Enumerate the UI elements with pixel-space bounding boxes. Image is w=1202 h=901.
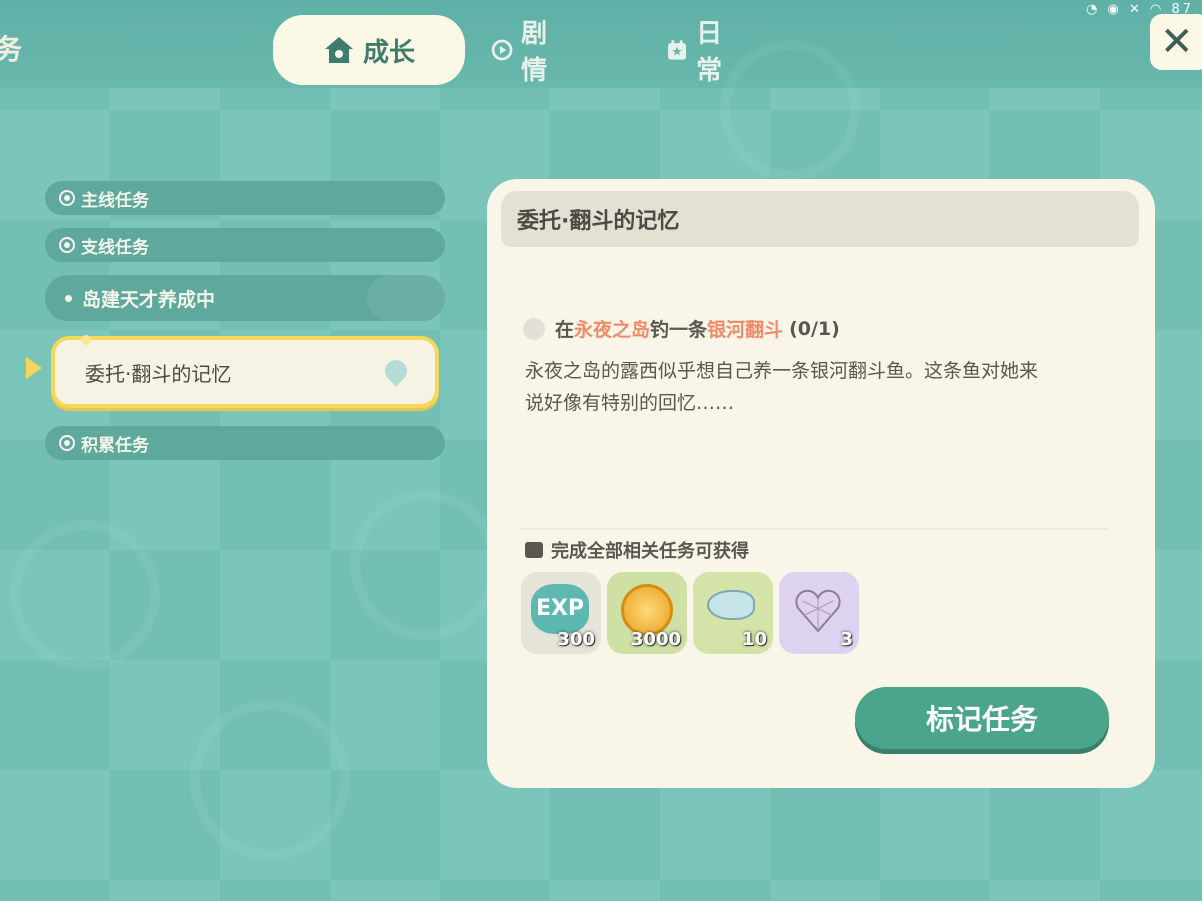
new-indicator-dot	[81, 335, 91, 345]
objective-target: 银河翻斗	[707, 319, 784, 341]
bullet-icon	[65, 294, 72, 302]
house-icon	[324, 37, 353, 63]
reward-count: 3	[840, 629, 853, 650]
tab-growth[interactable]: 成长	[273, 15, 465, 85]
close-button[interactable]: ✕	[1150, 14, 1202, 70]
decoration-circle	[10, 520, 160, 670]
category-accumulate-quests[interactable]: 积累任务	[45, 426, 445, 460]
reward-heading-text: 完成全部相关任务可获得	[551, 541, 749, 562]
quest-detail-panel: 委托·翻斗的记忆 在 永夜之岛 钓一条 银河翻斗 (0/1) 永夜之岛的露西似乎…	[487, 179, 1155, 788]
tab-label: 剧情	[521, 19, 548, 86]
location-pin-icon	[380, 355, 412, 387]
category-label: 主线任务	[81, 190, 149, 211]
objective-place: 永夜之岛	[574, 319, 651, 341]
tab-daily[interactable]: 日常	[666, 15, 732, 86]
reward-heart[interactable]: 3	[779, 572, 859, 654]
play-icon	[491, 39, 513, 61]
description-line: 永夜之岛的露西似乎想自己养一条银河翻斗鱼。这条鱼对她来	[525, 360, 1039, 382]
exp-icon: EXP	[531, 584, 589, 634]
quest-label: 岛建天才养成中	[82, 288, 216, 311]
tab-label: 成长	[362, 37, 415, 68]
accumulate-quest-icon	[59, 435, 75, 451]
quest-objective: 在 永夜之岛 钓一条 银河翻斗 (0/1)	[523, 315, 840, 342]
reward-fish-lure[interactable]: 10	[693, 572, 773, 654]
quest-description: 永夜之岛的露西似乎想自己养一条银河翻斗鱼。这条鱼对她来 说好像有特别的回忆……	[525, 355, 1085, 419]
gift-icon	[525, 542, 543, 558]
top-bar-background	[0, 0, 1202, 88]
selection-arrow-icon	[26, 357, 42, 379]
objective-prefix: 在	[555, 319, 575, 341]
fish-lure-icon	[707, 590, 755, 620]
description-line: 说好像有特别的回忆……	[525, 392, 735, 414]
reward-heading: 完成全部相关任务可获得	[525, 537, 749, 563]
decoration-circle	[190, 700, 350, 860]
decoration-circle	[720, 40, 860, 180]
tab-label: 日常	[696, 19, 723, 86]
divider	[519, 528, 1109, 530]
tab-story[interactable]: 剧情	[491, 15, 557, 86]
page-title: 务	[0, 33, 23, 66]
decoration-circle	[350, 490, 500, 640]
heart-icon	[795, 589, 841, 633]
objective-progress: (0/1)	[789, 317, 840, 340]
reward-count: 10	[741, 629, 767, 650]
objective-middle: 钓一条	[650, 319, 708, 341]
category-label: 支线任务	[81, 237, 149, 258]
quest-selected[interactable]: 委托·翻斗的记忆	[51, 335, 439, 408]
mark-quest-button[interactable]: 标记任务	[855, 687, 1109, 749]
quest-island-training[interactable]: 岛建天才养成中	[45, 275, 445, 321]
category-main-quests[interactable]: 主线任务	[45, 181, 445, 215]
side-quest-icon	[59, 237, 75, 253]
category-side-quests[interactable]: 支线任务	[45, 228, 445, 262]
main-quest-icon	[59, 190, 75, 206]
category-label: 积累任务	[81, 435, 149, 456]
objective-checkbox	[523, 317, 545, 340]
close-icon: ✕	[1160, 19, 1194, 65]
reward-coin[interactable]: 3000	[607, 572, 687, 654]
reward-count: 300	[557, 629, 595, 650]
calendar-icon	[668, 40, 687, 60]
quest-title: 委托·翻斗的记忆	[501, 191, 1139, 247]
quest-label: 委托·翻斗的记忆	[85, 361, 232, 386]
reward-count: 3000	[630, 629, 681, 650]
quest-type-icon	[367, 275, 445, 321]
reward-exp[interactable]: EXP 300	[521, 572, 601, 654]
